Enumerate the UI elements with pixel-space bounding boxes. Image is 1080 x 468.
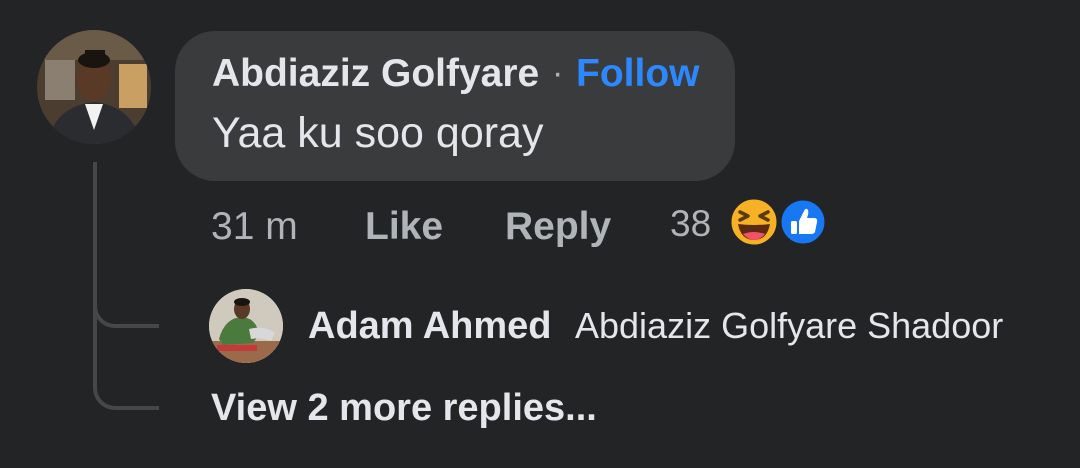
reply-avatar[interactable] — [209, 289, 283, 363]
thread-connector-line — [93, 300, 159, 410]
comment-timestamp[interactable]: 31 m — [211, 205, 298, 249]
reply-button[interactable]: Reply — [505, 205, 611, 249]
comment-text: Yaa ku soo qoray — [212, 109, 544, 157]
avatar[interactable] — [37, 30, 151, 144]
reaction-count[interactable]: 38 — [670, 203, 711, 245]
laughing-emoji-icon — [728, 196, 780, 248]
view-more-replies-link[interactable]: View 2 more replies... — [211, 387, 597, 430]
thumbs-up-icon — [778, 197, 828, 247]
reaction-icons[interactable] — [727, 196, 831, 248]
reply-text: Abdiaziz Golfyare Shadoor — [575, 305, 1004, 346]
comment-author[interactable]: Abdiaziz Golfyare — [212, 52, 539, 96]
reply-avatar-photo — [209, 289, 283, 363]
avatar-photo — [37, 30, 151, 144]
comment-thread: Abdiaziz Golfyare · Follow Yaa ku soo qo… — [0, 0, 1080, 468]
like-button[interactable]: Like — [365, 205, 443, 249]
reply-author[interactable]: Adam Ahmed — [308, 305, 552, 348]
separator-dot: · — [552, 54, 564, 92]
follow-button[interactable]: Follow — [576, 52, 699, 96]
